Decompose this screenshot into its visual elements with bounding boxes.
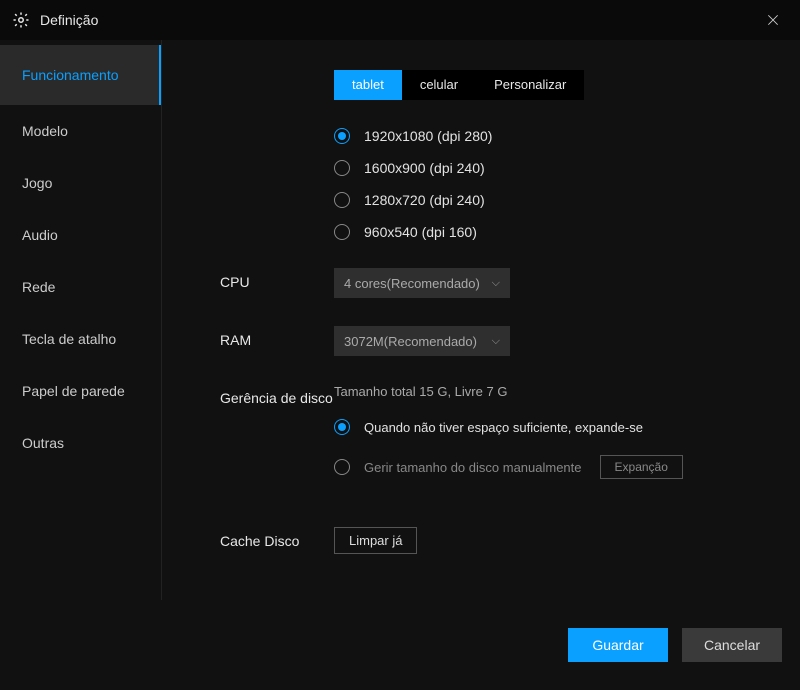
sidebar-item-funcionamento[interactable]: Funcionamento (0, 45, 161, 105)
resolution-label: 960x540 (dpi 160) (364, 224, 477, 240)
mode-tabs: tablet celular Personalizar (334, 70, 584, 100)
resolution-option[interactable]: 1600x900 (dpi 240) (334, 160, 800, 176)
cpu-value: 4 cores(Recomendado) (344, 276, 480, 291)
cache-label: Cache Disco (220, 527, 334, 549)
chevron-down-icon: ⌵ (492, 335, 500, 348)
tab-tablet[interactable]: tablet (334, 70, 402, 100)
radio-icon (334, 224, 350, 240)
gear-icon (12, 11, 30, 29)
ram-section: RAM 3072M(Recomendado) ⌵ (220, 326, 800, 356)
cancel-button[interactable]: Cancelar (682, 628, 782, 662)
cache-section: Cache Disco Limpar já (220, 527, 800, 554)
sidebar-item-rede[interactable]: Rede (0, 261, 161, 313)
sidebar-item-audio[interactable]: Audio (0, 209, 161, 261)
window-title: Definição (40, 12, 98, 28)
disk-option-auto[interactable]: Quando não tiver espaço suficiente, expa… (334, 419, 683, 435)
radio-icon (334, 419, 350, 435)
resolution-label: 1280x720 (dpi 240) (364, 192, 485, 208)
sidebar-item-papel[interactable]: Papel de parede (0, 365, 161, 417)
disk-label: Gerência de disco (220, 384, 334, 406)
tab-celular[interactable]: celular (402, 70, 476, 100)
tab-personalizar[interactable]: Personalizar (476, 70, 584, 100)
radio-icon (334, 192, 350, 208)
expand-button[interactable]: Expanção (600, 455, 683, 479)
sidebar-item-jogo[interactable]: Jogo (0, 157, 161, 209)
resolution-label: 1920x1080 (dpi 280) (364, 128, 492, 144)
resolution-list: 1920x1080 (dpi 280) 1600x900 (dpi 240) 1… (334, 128, 800, 240)
disk-option-label: Gerir tamanho do disco manualmente (364, 460, 582, 475)
resolution-label: 1600x900 (dpi 240) (364, 160, 485, 176)
resolution-option[interactable]: 960x540 (dpi 160) (334, 224, 800, 240)
sidebar-item-modelo[interactable]: Modelo (0, 105, 161, 157)
clear-cache-button[interactable]: Limpar já (334, 527, 417, 554)
ram-label: RAM (220, 326, 334, 348)
cpu-select[interactable]: 4 cores(Recomendado) ⌵ (334, 268, 510, 298)
radio-icon (334, 160, 350, 176)
disk-info: Tamanho total 15 G, Livre 7 G (334, 384, 683, 399)
ram-value: 3072M(Recomendado) (344, 334, 477, 349)
ram-select[interactable]: 3072M(Recomendado) ⌵ (334, 326, 510, 356)
resolution-option[interactable]: 1920x1080 (dpi 280) (334, 128, 800, 144)
radio-icon (334, 128, 350, 144)
cpu-section: CPU 4 cores(Recomendado) ⌵ (220, 268, 800, 298)
radio-icon (334, 459, 350, 475)
resolution-option[interactable]: 1280x720 (dpi 240) (334, 192, 800, 208)
sidebar: Funcionamento Modelo Jogo Audio Rede Tec… (0, 40, 162, 600)
disk-section: Gerência de disco Tamanho total 15 G, Li… (220, 384, 800, 499)
sidebar-item-tecla[interactable]: Tecla de atalho (0, 313, 161, 365)
footer: Guardar Cancelar (0, 600, 800, 690)
save-button[interactable]: Guardar (568, 628, 668, 662)
sidebar-item-outras[interactable]: Outras (0, 417, 161, 469)
disk-option-label: Quando não tiver espaço suficiente, expa… (364, 420, 643, 435)
main-panel: tablet celular Personalizar 1920x1080 (d… (162, 40, 800, 600)
cpu-label: CPU (220, 268, 334, 290)
chevron-down-icon: ⌵ (492, 277, 500, 290)
disk-option-manual[interactable]: Gerir tamanho do disco manualmente Expan… (334, 455, 683, 479)
close-icon[interactable] (758, 5, 788, 35)
titlebar: Definição (0, 0, 800, 40)
